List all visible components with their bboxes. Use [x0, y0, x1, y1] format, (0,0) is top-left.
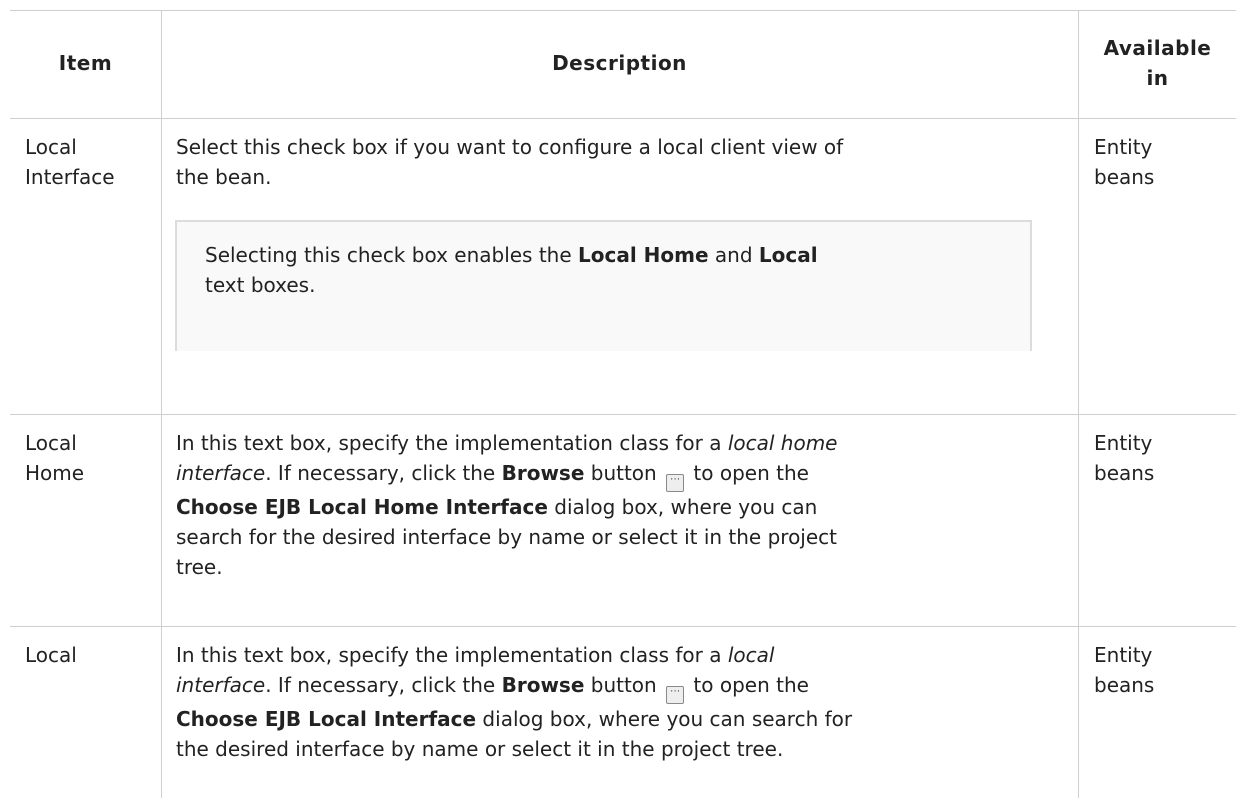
row1-item-line1: Local	[25, 135, 77, 159]
row1-available-line2: beans	[1094, 165, 1155, 189]
header-available-in: Available in	[1079, 33, 1236, 93]
row2-desc-line2: interface. If necessary, click the Brows…	[176, 458, 1066, 492]
row2-item: Local Home	[25, 428, 84, 488]
row1-available: Entity beans	[1094, 132, 1154, 192]
ellipsis-button-icon: ⋯	[666, 474, 685, 492]
row2-desc-text: to open the	[687, 461, 809, 485]
row-divider	[10, 118, 1236, 119]
row3-browse-label: Browse	[501, 673, 585, 697]
row2-desc-text: In this text box, specify the implementa…	[176, 431, 728, 455]
row3-desc-line4: the desired interface by name or select …	[176, 737, 784, 761]
note-line1: Selecting this check box enables the Loc…	[205, 240, 1005, 270]
row3-available-line2: beans	[1094, 673, 1155, 697]
row2-desc-text: dialog box, where you can	[547, 495, 818, 519]
row3-available: Entity beans	[1094, 640, 1154, 700]
row2-available-line2: beans	[1094, 461, 1155, 485]
row-divider	[10, 626, 1236, 627]
row3-desc-line3: Choose EJB Local Interface dialog box, w…	[176, 704, 1066, 734]
note-bold-local: Local	[758, 243, 818, 267]
row1-item: Local Interface	[25, 132, 115, 192]
row2-desc-italic: interface	[176, 461, 266, 485]
note-line2: text boxes.	[205, 273, 316, 297]
row2-desc-line3: Choose EJB Local Home Interface dialog b…	[176, 492, 1066, 522]
row2-desc-line5: tree.	[176, 555, 223, 579]
row3-dialog-name: Choose EJB Local Interface	[176, 707, 477, 731]
row3-desc-text: button	[584, 673, 664, 697]
row2-desc-text: button	[584, 461, 664, 485]
header-available-line1: Available	[1103, 36, 1212, 60]
row3-desc-text: dialog box, where you can search for	[476, 707, 853, 731]
note-text-mid: and	[708, 243, 759, 267]
row2-browse-label: Browse	[501, 461, 585, 485]
row2-desc-line1: In this text box, specify the implementa…	[176, 428, 1066, 458]
header-description: Description	[552, 51, 687, 75]
row3-desc-text: . If necessary, click the	[265, 673, 502, 697]
row3-desc-line2: interface. If necessary, click the Brows…	[176, 670, 1066, 704]
ellipsis-button-icon: ⋯	[666, 686, 685, 704]
header-item: Item	[58, 51, 113, 75]
row3-available-line1: Entity	[1094, 643, 1153, 667]
note-bold-local-home: Local Home	[578, 243, 709, 267]
row2-item-line2: Home	[25, 461, 85, 485]
row2-available-line1: Entity	[1094, 431, 1153, 455]
row2-available: Entity beans	[1094, 428, 1154, 488]
row3-desc-text: In this text box, specify the implementa…	[176, 643, 728, 667]
column-divider	[1078, 10, 1079, 798]
row1-available-line1: Entity	[1094, 135, 1153, 159]
info-note-text: Selecting this check box enables the Loc…	[205, 240, 1005, 300]
row1-desc-line2: the bean.	[176, 165, 272, 189]
row3-desc-italic: interface	[176, 673, 266, 697]
row2-desc-italic: local home	[727, 431, 838, 455]
column-divider	[161, 10, 162, 798]
header-available-line2: in	[1146, 66, 1169, 90]
row1-desc-line1: Select this check box if you want to con…	[176, 135, 844, 159]
row2-description: In this text box, specify the implementa…	[176, 428, 1066, 582]
row2-desc-line4: search for the desired interface by name…	[176, 525, 838, 549]
note-text-pre: Selecting this check box enables the	[205, 243, 579, 267]
row3-desc-italic: local	[727, 643, 775, 667]
row2-desc-text: . If necessary, click the	[265, 461, 502, 485]
row3-item-line1: Local	[25, 643, 77, 667]
row3-item: Local	[25, 640, 77, 670]
table-top-border	[10, 10, 1236, 11]
info-note-box: Selecting this check box enables the Loc…	[175, 220, 1032, 351]
row3-description: In this text box, specify the implementa…	[176, 640, 1066, 764]
row1-item-line2: Interface	[25, 165, 115, 189]
row-divider	[10, 414, 1236, 415]
row2-dialog-name: Choose EJB Local Home Interface	[176, 495, 548, 519]
row1-description: Select this check box if you want to con…	[176, 132, 1066, 192]
row2-item-line1: Local	[25, 431, 77, 455]
row3-desc-line1: In this text box, specify the implementa…	[176, 640, 1066, 670]
row3-desc-text: to open the	[687, 673, 809, 697]
